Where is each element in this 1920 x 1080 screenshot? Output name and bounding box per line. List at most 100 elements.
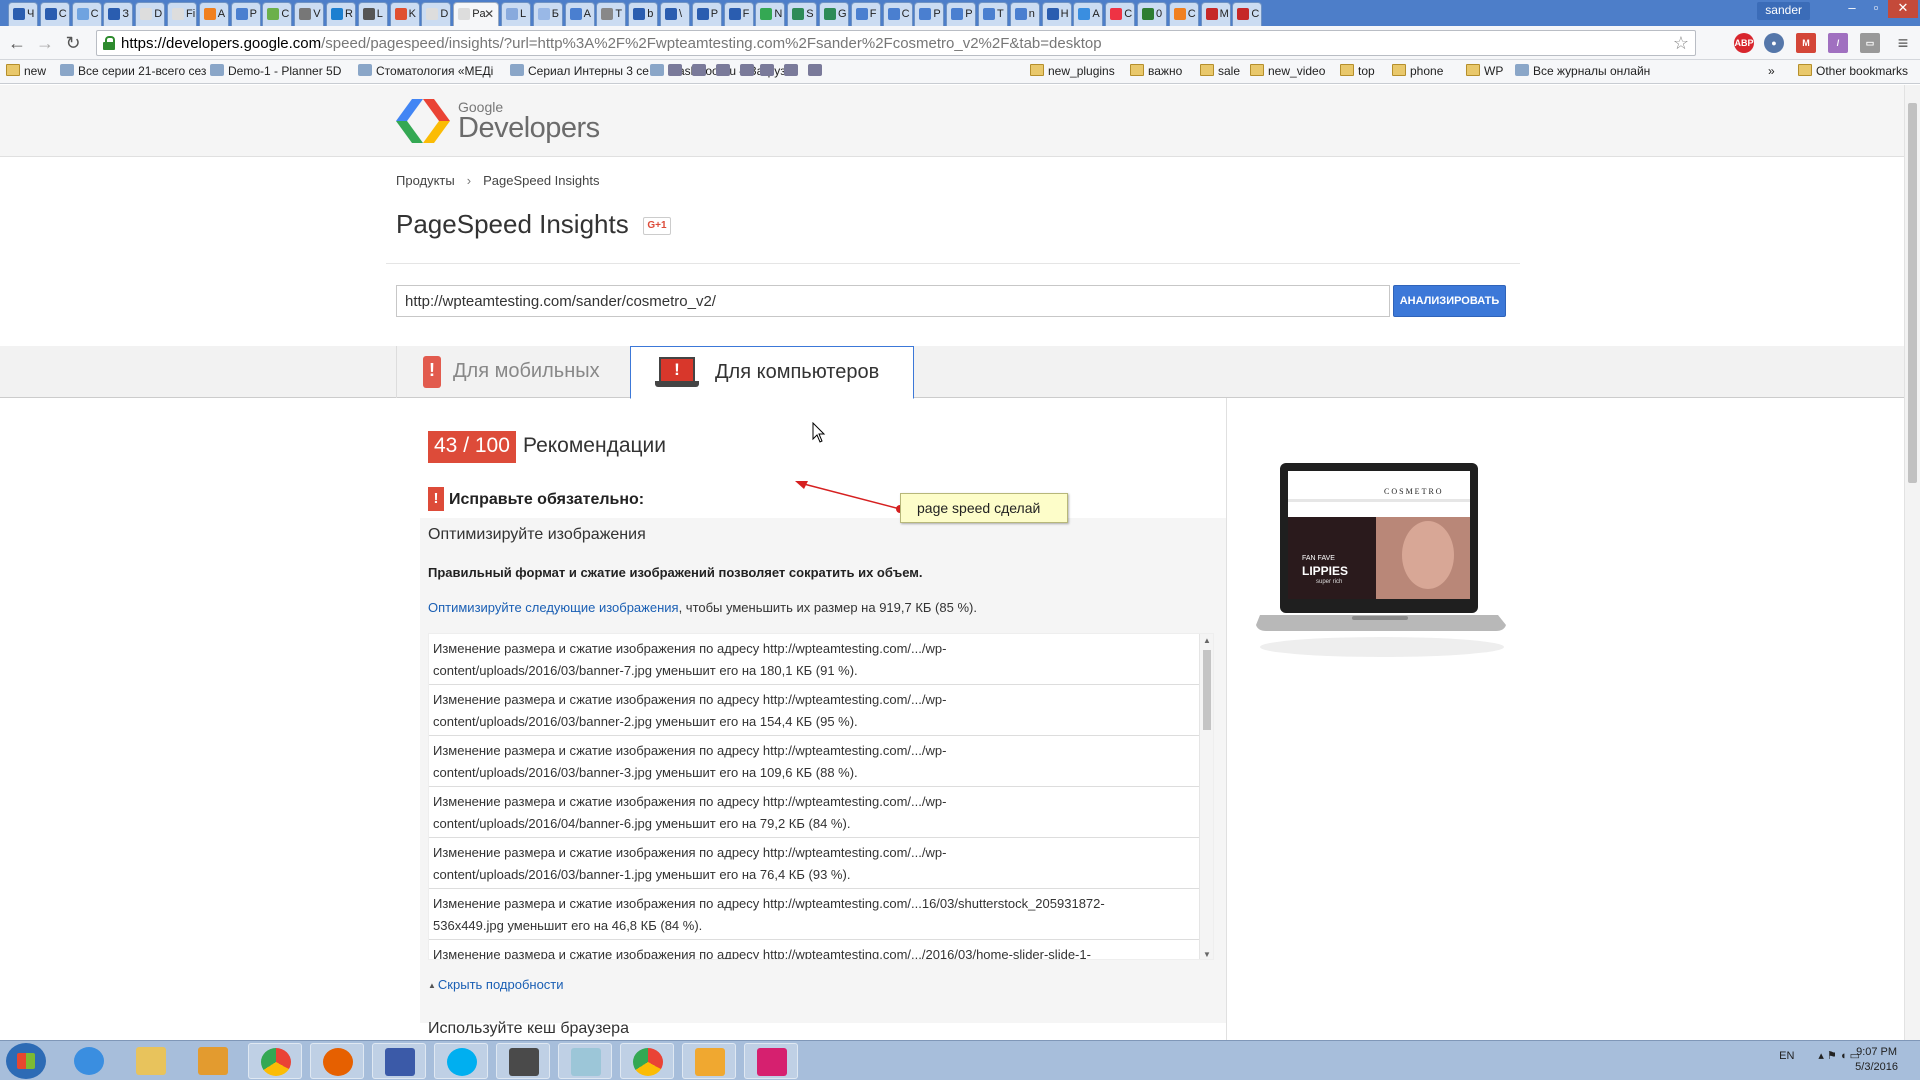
browser-tab[interactable]: F bbox=[723, 2, 754, 26]
star-icon[interactable]: ☆ bbox=[1673, 33, 1689, 54]
browser-tab[interactable]: S bbox=[787, 2, 818, 26]
bookmark-item[interactable]: Demo-1 - Planner 5D bbox=[210, 64, 341, 78]
bookmark-icon[interactable] bbox=[668, 64, 686, 78]
bookmark-icon[interactable] bbox=[808, 64, 826, 78]
app-taskbar-icon[interactable] bbox=[558, 1043, 612, 1079]
browser-tab[interactable]: M bbox=[1200, 2, 1231, 26]
cast-icon[interactable]: ▭ bbox=[1860, 33, 1880, 53]
explorer-taskbar-icon[interactable] bbox=[124, 1043, 178, 1079]
clock[interactable]: 9:07 PM 5/3/2016 bbox=[1855, 1045, 1898, 1075]
browser-tab[interactable]: Pa ✕ bbox=[453, 2, 500, 26]
bookmark-icon[interactable] bbox=[760, 64, 778, 78]
bookmark-item[interactable]: new_plugins bbox=[1030, 64, 1115, 78]
breadcrumb-current[interactable]: PageSpeed Insights bbox=[483, 173, 599, 188]
browser-tab[interactable]: P bbox=[914, 2, 945, 26]
tray-icons[interactable]: ▴ ⚑ ◖ ▭ bbox=[1818, 1050, 1860, 1062]
media-player-taskbar-icon[interactable] bbox=[186, 1043, 240, 1079]
browser-tab[interactable]: A bbox=[198, 2, 229, 26]
bookmark-icon[interactable] bbox=[692, 64, 710, 78]
browser-tab[interactable]: D bbox=[421, 2, 452, 26]
browser-tab[interactable]: Т bbox=[596, 2, 627, 26]
browser-tab[interactable]: T bbox=[978, 2, 1008, 26]
page-scroll-thumb[interactable] bbox=[1908, 103, 1917, 483]
bookmark-item[interactable]: Сериал Интерны 3 се bbox=[510, 64, 649, 78]
browser-tab[interactable]: P bbox=[230, 2, 261, 26]
browser-tab[interactable]: N bbox=[755, 2, 786, 26]
page-scrollbar[interactable] bbox=[1904, 85, 1920, 1040]
browser-tab[interactable]: C bbox=[1168, 2, 1199, 26]
browser-tab[interactable]: D bbox=[135, 2, 166, 26]
reload-button[interactable]: ↻ bbox=[62, 32, 84, 54]
browser-tab[interactable]: С bbox=[71, 2, 102, 26]
bookmark-item[interactable]: Other bookmarks bbox=[1798, 64, 1908, 78]
browser-tab[interactable]: L bbox=[357, 2, 388, 26]
browser-tab[interactable]: C bbox=[1105, 2, 1136, 26]
browser-tab[interactable]: 0 bbox=[1137, 2, 1167, 26]
browser-tab[interactable]: Fi bbox=[167, 2, 197, 26]
close-window-button[interactable]: ✕ bbox=[1888, 0, 1918, 18]
start-button-icon[interactable] bbox=[6, 1043, 46, 1079]
browser-tab[interactable]: n bbox=[1009, 2, 1040, 26]
skype-taskbar-icon[interactable] bbox=[434, 1043, 488, 1079]
browser-tab[interactable]: C bbox=[1232, 2, 1263, 26]
close-tab-icon[interactable]: ✕ bbox=[484, 7, 494, 21]
forward-button[interactable]: → bbox=[34, 32, 56, 54]
adblock-icon[interactable]: ABP bbox=[1734, 33, 1754, 53]
firefox-taskbar-icon[interactable] bbox=[310, 1043, 364, 1079]
bookmark-item[interactable]: top bbox=[1340, 64, 1375, 78]
browser-tab[interactable]: R bbox=[326, 2, 356, 26]
back-button[interactable]: ← bbox=[6, 32, 28, 54]
gmail-icon[interactable]: M bbox=[1796, 33, 1816, 53]
bookmark-icon[interactable] bbox=[740, 64, 758, 78]
sublime-taskbar-icon[interactable] bbox=[496, 1043, 550, 1079]
browser-tab[interactable]: G bbox=[819, 2, 849, 26]
bookmark-item[interactable]: » bbox=[1768, 64, 1775, 78]
save-taskbar-icon[interactable] bbox=[372, 1043, 426, 1079]
optimize-images-link[interactable]: Оптимизируйте следующие изображения bbox=[428, 600, 679, 615]
browser-tab[interactable]: A bbox=[1073, 2, 1104, 26]
rule-title[interactable]: Оптимизируйте изображения bbox=[428, 526, 646, 544]
chrome-taskbar-icon[interactable] bbox=[248, 1043, 302, 1079]
browser-tab[interactable]: Б bbox=[532, 2, 563, 26]
bookmark-item[interactable]: sale bbox=[1200, 64, 1240, 78]
browser-tab[interactable]: P bbox=[946, 2, 977, 26]
image-list-scrollbar[interactable]: ▲ ▼ bbox=[1199, 634, 1213, 959]
bookmark-item[interactable]: new bbox=[6, 64, 46, 78]
ie-taskbar-icon[interactable] bbox=[62, 1043, 116, 1079]
google-developers-logo-icon[interactable] bbox=[396, 97, 450, 145]
sketch-taskbar-icon[interactable] bbox=[744, 1043, 798, 1079]
scroll-down-icon[interactable]: ▼ bbox=[1202, 950, 1212, 959]
bookmark-item[interactable]: важно bbox=[1130, 64, 1182, 78]
browser-tab[interactable]: P bbox=[691, 2, 722, 26]
browser-tab[interactable]: b bbox=[628, 2, 659, 26]
browser-tab[interactable]: F bbox=[850, 2, 881, 26]
maximize-button[interactable]: ▫ bbox=[1862, 0, 1890, 18]
bookmark-item[interactable]: Все серии 21-всего сез bbox=[60, 64, 206, 78]
pen-extension-icon[interactable]: / bbox=[1828, 33, 1848, 53]
chrome-canary-taskbar-icon[interactable] bbox=[620, 1043, 674, 1079]
browser-tab[interactable]: С bbox=[39, 2, 70, 26]
next-rule-title[interactable]: Используйте кеш браузера bbox=[428, 1020, 629, 1038]
hide-details-link[interactable]: ▲ Скрыть подробности bbox=[428, 977, 564, 992]
browser-tab[interactable]: \ bbox=[660, 2, 690, 26]
system-tray[interactable]: EN ▴ ⚑ ◖ ▭ bbox=[1779, 1049, 1860, 1062]
scroll-up-icon[interactable]: ▲ bbox=[1202, 636, 1212, 645]
bookmark-item[interactable]: new_video bbox=[1250, 64, 1325, 78]
browser-tab[interactable]: Ч bbox=[8, 2, 38, 26]
bookmark-item[interactable]: Стоматология «МЕДі bbox=[358, 64, 493, 78]
folder-taskbar-icon[interactable] bbox=[682, 1043, 736, 1079]
extension-globe-icon[interactable]: ● bbox=[1764, 33, 1784, 53]
url-input[interactable] bbox=[396, 285, 1390, 317]
browser-tab[interactable]: K bbox=[389, 2, 420, 26]
menu-icon[interactable]: ≡ bbox=[1892, 32, 1914, 54]
browser-tab[interactable]: L bbox=[501, 2, 531, 26]
tab-desktop[interactable]: ! Для компьютеров bbox=[630, 346, 914, 399]
image-list[interactable]: Изменение размера и сжатие изображения п… bbox=[428, 633, 1214, 960]
browser-tab[interactable]: V bbox=[294, 2, 325, 26]
language-indicator[interactable]: EN bbox=[1779, 1050, 1794, 1062]
breadcrumb-products[interactable]: Продукты bbox=[396, 173, 455, 188]
analyze-button[interactable]: АНАЛИЗИРОВАТЬ bbox=[1393, 285, 1506, 317]
bookmark-item[interactable]: phone bbox=[1392, 64, 1443, 78]
browser-tab[interactable]: A bbox=[564, 2, 595, 26]
address-bar[interactable]: https://developers.google.com/speed/page… bbox=[96, 30, 1696, 56]
